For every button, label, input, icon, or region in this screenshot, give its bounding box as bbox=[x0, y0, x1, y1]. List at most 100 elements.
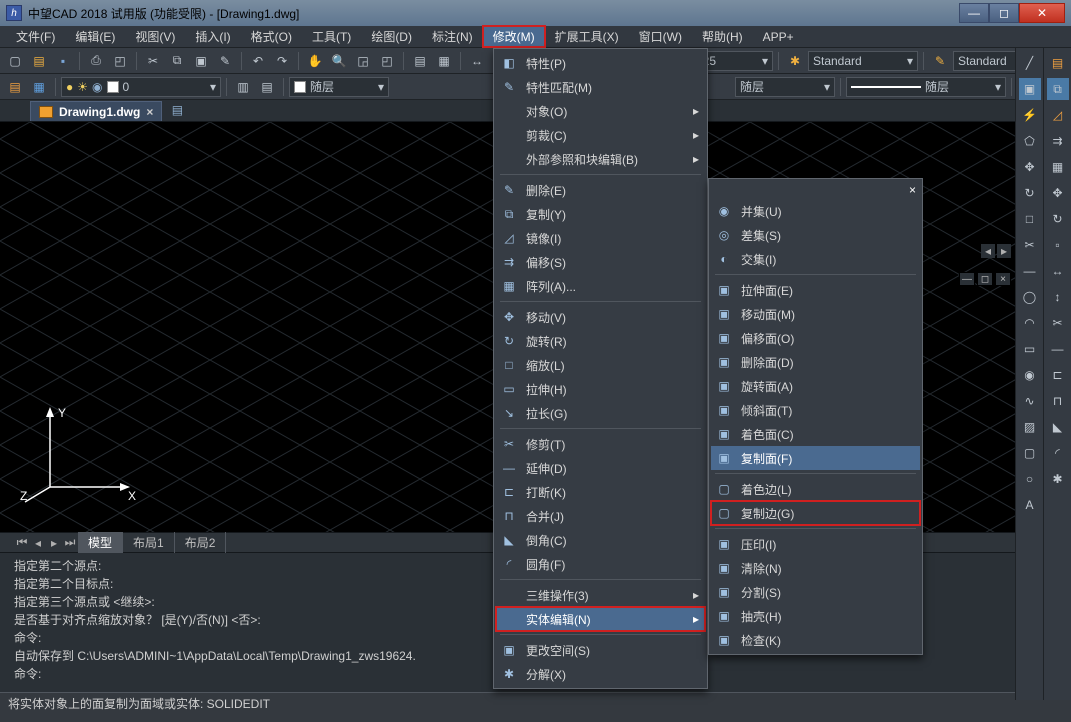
menu-item[interactable]: 扩展工具(X) bbox=[545, 26, 629, 47]
mdi-close-icon[interactable]: × bbox=[995, 272, 1011, 286]
lweight-combo[interactable]: 随层▾ bbox=[846, 77, 1006, 97]
undo-icon[interactable]: ↶ bbox=[247, 50, 269, 72]
menu-item[interactable]: 工具(T) bbox=[302, 26, 361, 47]
props-icon[interactable]: ▤ bbox=[409, 50, 431, 72]
calc-icon[interactable]: ▦ bbox=[433, 50, 455, 72]
menu-row[interactable]: ▣复制面(F) bbox=[711, 446, 920, 470]
menu-row[interactable]: ▣抽壳(H) bbox=[711, 604, 920, 628]
array-icon[interactable]: ▦ bbox=[1047, 156, 1069, 178]
tab-prev-icon[interactable]: ◂ bbox=[30, 535, 46, 551]
paste-icon[interactable]: ▣ bbox=[190, 50, 212, 72]
dim-icon[interactable]: ↔ bbox=[466, 50, 488, 72]
menu-row[interactable]: ▣拉伸面(E) bbox=[711, 278, 920, 302]
menu-row[interactable]: 对象(O)▸ bbox=[496, 99, 705, 123]
menu-row[interactable]: ▢着色边(L) bbox=[711, 477, 920, 501]
layer2-icon[interactable]: ▦ bbox=[28, 76, 50, 98]
close-button[interactable]: ✕ bbox=[1019, 3, 1065, 23]
spline-icon[interactable]: ∿ bbox=[1019, 390, 1041, 412]
layer-icon[interactable]: ▤ bbox=[4, 76, 26, 98]
region-icon[interactable]: ▢ bbox=[1019, 442, 1041, 464]
copy2-icon[interactable]: ⧉ bbox=[1047, 78, 1069, 100]
redo-icon[interactable]: ↷ bbox=[271, 50, 293, 72]
pline-icon[interactable]: ⚡ bbox=[1019, 104, 1041, 126]
tab-next-icon[interactable]: ▸ bbox=[46, 535, 62, 551]
menu-row[interactable]: ▣倾斜面(T) bbox=[711, 398, 920, 422]
menu-item[interactable]: 文件(F) bbox=[6, 26, 65, 47]
menu-row[interactable]: 实体编辑(N)▸ bbox=[496, 607, 705, 631]
tab-model[interactable]: 模型 bbox=[78, 532, 123, 553]
chamf-icon[interactable]: ◣ bbox=[1047, 416, 1069, 438]
cut-icon[interactable]: ✂ bbox=[142, 50, 164, 72]
new-tab-icon[interactable]: ▤ bbox=[166, 99, 188, 121]
new-icon[interactable]: ▢ bbox=[4, 50, 26, 72]
tab-layout1[interactable]: 布局1 bbox=[123, 532, 175, 553]
menu-item[interactable]: 插入(I) bbox=[185, 26, 240, 47]
menu-row[interactable]: ▣偏移面(O) bbox=[711, 326, 920, 350]
fillet-icon[interactable]: ◜ bbox=[1047, 442, 1069, 464]
menu-row[interactable]: ◐交集(I) bbox=[711, 247, 920, 271]
textstyle-combo[interactable]: Standard▾ bbox=[808, 51, 918, 71]
menu-row[interactable]: ⊓合并(J) bbox=[496, 504, 705, 528]
close-icon[interactable]: × bbox=[146, 105, 153, 119]
mdi-max-icon[interactable]: ◻ bbox=[977, 272, 993, 286]
menu-row[interactable]: ▣移动面(M) bbox=[711, 302, 920, 326]
menu-row[interactable]: ⊏打断(K) bbox=[496, 480, 705, 504]
zoom-rt-icon[interactable]: 🔍 bbox=[328, 50, 350, 72]
donut-icon[interactable]: ◉ bbox=[1019, 364, 1041, 386]
join-icon[interactable]: ⊓ bbox=[1047, 390, 1069, 412]
layeriso-icon[interactable]: ▥ bbox=[232, 76, 254, 98]
mirror-icon[interactable]: ◿ bbox=[1047, 104, 1069, 126]
menu-row[interactable]: —延伸(D) bbox=[496, 456, 705, 480]
menu-row[interactable]: ⇉偏移(S) bbox=[496, 250, 705, 274]
menu-item[interactable]: 格式(O) bbox=[241, 26, 302, 47]
move2-icon[interactable]: ✥ bbox=[1047, 182, 1069, 204]
ltype-combo[interactable]: 随层▾ bbox=[735, 77, 835, 97]
layeron-icon[interactable]: ▤ bbox=[256, 76, 278, 98]
open-icon[interactable]: ▤ bbox=[28, 50, 50, 72]
rect-icon[interactable]: ▭ bbox=[1019, 338, 1041, 360]
text-icon[interactable]: A bbox=[1019, 494, 1041, 516]
menu-row[interactable]: ▭拉伸(H) bbox=[496, 377, 705, 401]
arc-icon[interactable]: ◠ bbox=[1019, 312, 1041, 334]
menu-item[interactable]: 修改(M) bbox=[483, 26, 545, 47]
preview-icon[interactable]: ◰ bbox=[109, 50, 131, 72]
menu-row[interactable]: 外部参照和块编辑(B)▸ bbox=[496, 147, 705, 171]
menu-row[interactable]: ↻旋转(R) bbox=[496, 329, 705, 353]
minimize-button[interactable]: — bbox=[959, 3, 989, 23]
nav-right-icon[interactable]: ▸ bbox=[997, 244, 1011, 258]
ext2-icon[interactable]: — bbox=[1047, 338, 1069, 360]
menu-row[interactable]: ◧特性(P) bbox=[496, 51, 705, 75]
menu-item[interactable]: APP+ bbox=[753, 26, 804, 47]
matchprop-icon[interactable]: ✎ bbox=[214, 50, 236, 72]
menu-row[interactable]: ▣分割(S) bbox=[711, 580, 920, 604]
menu-row[interactable]: ✱分解(X) bbox=[496, 662, 705, 686]
erase-icon[interactable]: ▤ bbox=[1047, 52, 1069, 74]
scale-icon[interactable]: □ bbox=[1019, 208, 1041, 230]
menu-row[interactable]: ✂修剪(T) bbox=[496, 432, 705, 456]
leng-icon[interactable]: ↕ bbox=[1047, 286, 1069, 308]
tblstyle-icon[interactable]: ✎ bbox=[929, 50, 951, 72]
mdi-min-icon[interactable]: — bbox=[959, 272, 975, 286]
menu-row[interactable]: ◿镜像(I) bbox=[496, 226, 705, 250]
menu-row[interactable]: ◣倒角(C) bbox=[496, 528, 705, 552]
document-tab[interactable]: Drawing1.dwg × bbox=[30, 101, 162, 121]
menu-row[interactable]: ✎删除(E) bbox=[496, 178, 705, 202]
menu-item[interactable]: 帮助(H) bbox=[692, 26, 753, 47]
menu-row[interactable]: ✥移动(V) bbox=[496, 305, 705, 329]
expl-icon[interactable]: ✱ bbox=[1047, 468, 1069, 490]
menu-item[interactable]: 标注(N) bbox=[422, 26, 483, 47]
scale2-icon[interactable]: ▫ bbox=[1047, 234, 1069, 256]
textstyle-icon[interactable]: ✱ bbox=[784, 50, 806, 72]
menu-row[interactable]: □缩放(L) bbox=[496, 353, 705, 377]
color-combo[interactable]: 随层 ▾ bbox=[289, 77, 389, 97]
menu-row[interactable]: ▣着色面(C) bbox=[711, 422, 920, 446]
pan-icon[interactable]: ✋ bbox=[304, 50, 326, 72]
break-icon[interactable]: ⊏ bbox=[1047, 364, 1069, 386]
poly-icon[interactable]: ⬠ bbox=[1019, 130, 1041, 152]
menu-item[interactable]: 窗口(W) bbox=[629, 26, 692, 47]
maximize-button[interactable]: ◻ bbox=[989, 3, 1019, 23]
save-icon[interactable]: ▪ bbox=[52, 50, 74, 72]
menu-item[interactable]: 视图(V) bbox=[125, 26, 185, 47]
offset-icon[interactable]: ⇉ bbox=[1047, 130, 1069, 152]
zoom-prev-icon[interactable]: ◰ bbox=[376, 50, 398, 72]
